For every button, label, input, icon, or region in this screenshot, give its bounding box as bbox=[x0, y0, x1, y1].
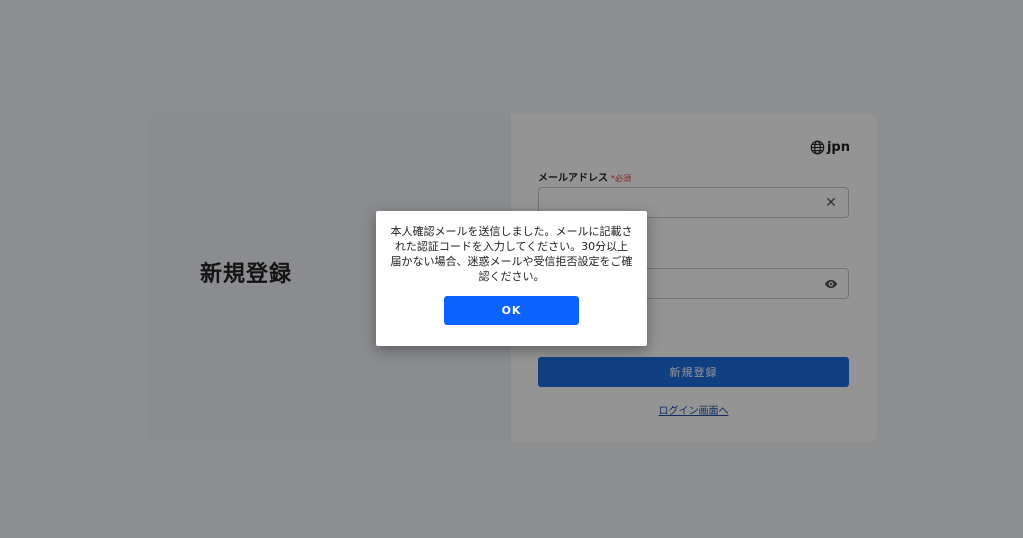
confirmation-dialog: 本人確認メールを送信しました。メールに記載された認証コードを入力してください。3… bbox=[376, 211, 647, 346]
ok-button[interactable]: OK bbox=[444, 296, 579, 325]
dialog-message: 本人確認メールを送信しました。メールに記載された認証コードを入力してください。3… bbox=[390, 225, 633, 283]
page: 新規登録 jpn メールアドレス *必須 ✕ 新規登録 ログイン画面へ 本人確認… bbox=[0, 0, 1023, 538]
